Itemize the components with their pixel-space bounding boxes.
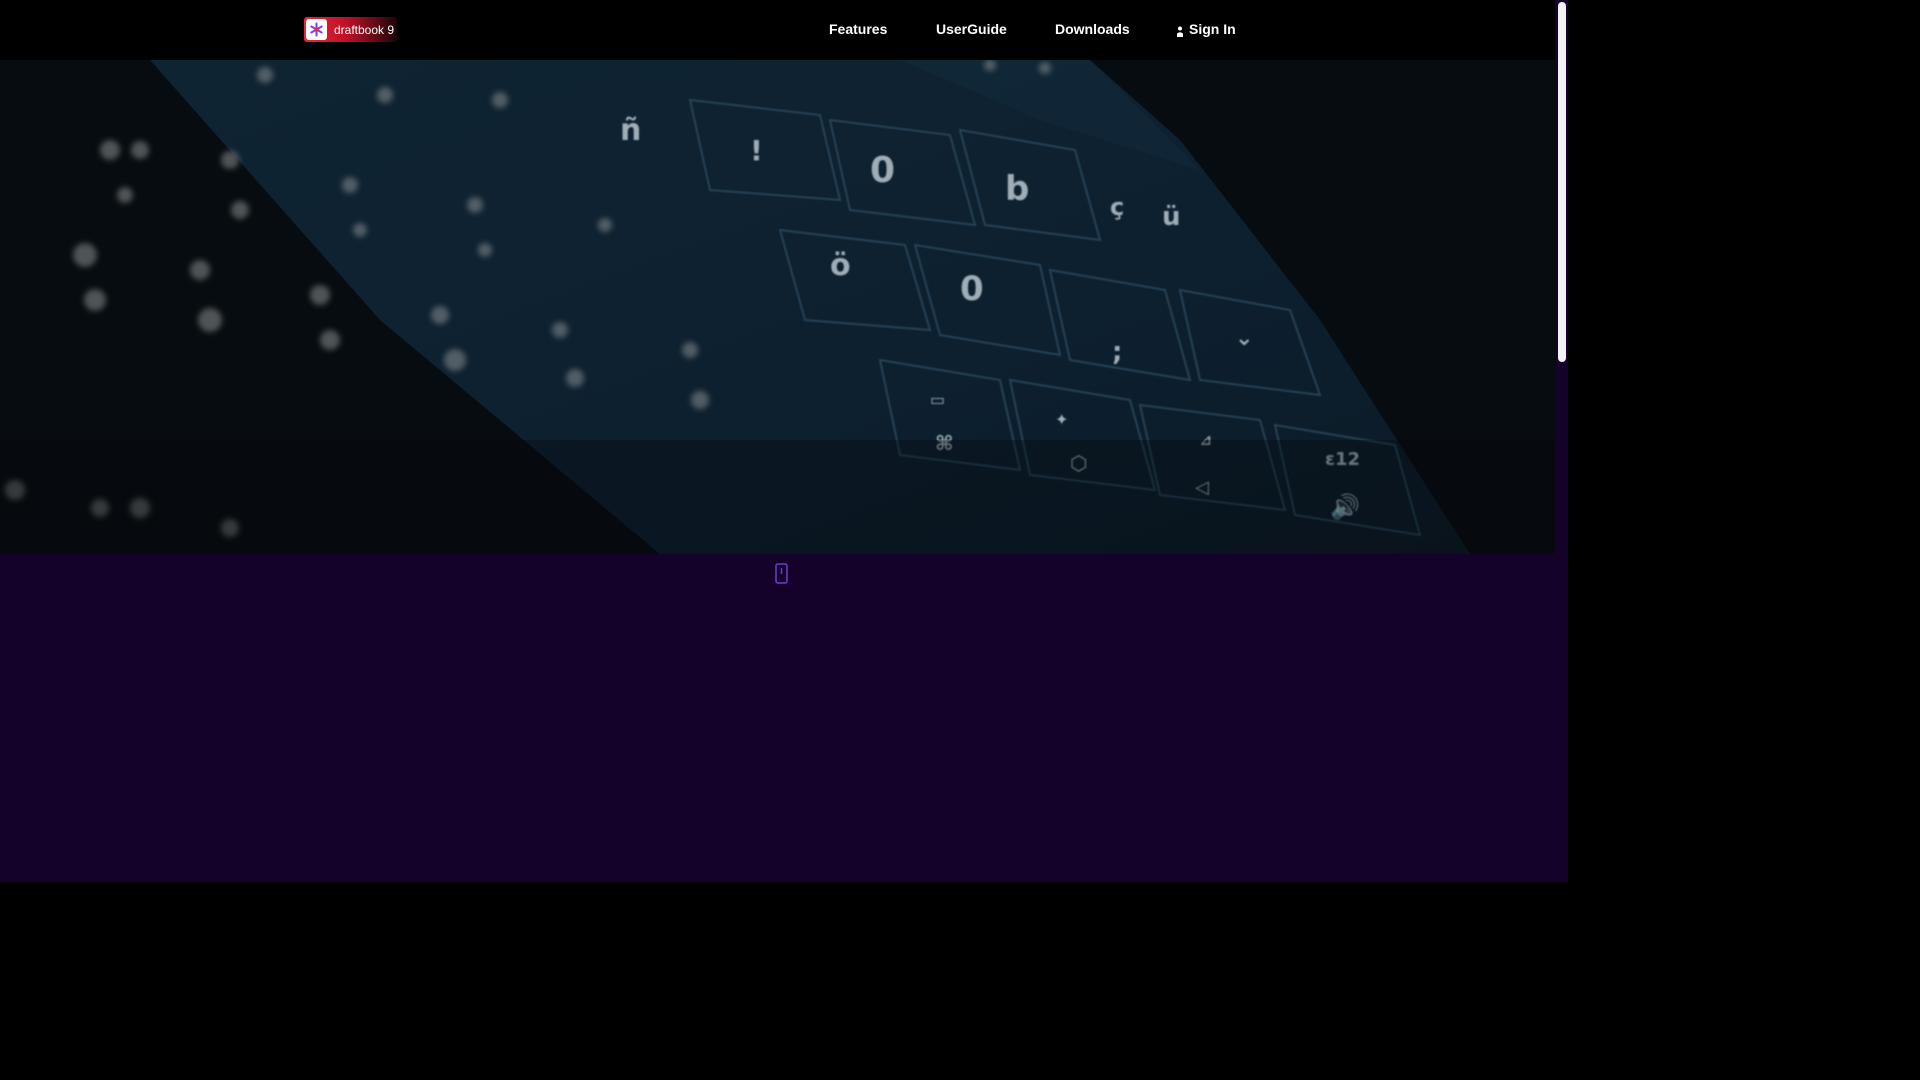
- user-icon: [1177, 24, 1183, 37]
- top-navbar: draftbook 9 Features UserGuide Downloads…: [0, 0, 1568, 60]
- nav-link-features[interactable]: Features: [829, 21, 887, 37]
- svg-text:ü: ü: [1162, 202, 1181, 232]
- svg-text:▭: ▭: [930, 390, 945, 409]
- svg-text:!: !: [750, 134, 763, 167]
- svg-text:b: b: [1005, 169, 1029, 209]
- keyboard-background: 0 b ç ü 0 ; ⌄ ε12 🔊 ⊿ ◁ ! ñ ö ✦ ⬡ ▭ ⌘: [0, 60, 1555, 554]
- scrollbar-thumb[interactable]: [1558, 2, 1566, 362]
- brand-name: draftbook 9: [334, 22, 395, 37]
- sign-in-label: Sign In: [1189, 21, 1236, 37]
- svg-text:;: ;: [1112, 337, 1122, 367]
- svg-text:ñ: ñ: [620, 113, 641, 148]
- brand-logo[interactable]: draftbook 9: [304, 17, 397, 42]
- scroll-down-icon[interactable]: [775, 563, 788, 584]
- svg-text:ç: ç: [1110, 193, 1124, 221]
- nav-link-userguide[interactable]: UserGuide: [936, 21, 1007, 37]
- svg-text:⌄: ⌄: [1235, 326, 1253, 351]
- hero-background-image: 0 b ç ü 0 ; ⌄ ε12 🔊 ⊿ ◁ ! ñ ö ✦ ⬡ ▭ ⌘: [0, 60, 1555, 554]
- svg-text:0: 0: [870, 150, 895, 191]
- svg-text:ö: ö: [830, 248, 851, 283]
- svg-text:0: 0: [960, 269, 984, 309]
- page: draftbook 9 Features UserGuide Downloads…: [0, 0, 1568, 882]
- page-scrollbar[interactable]: [1555, 0, 1568, 882]
- asterisk-logo-icon: [306, 19, 327, 40]
- content-section: [0, 554, 1568, 882]
- nav-link-downloads[interactable]: Downloads: [1055, 21, 1130, 37]
- sign-in-link[interactable]: Sign In: [1177, 21, 1236, 37]
- svg-text:✦: ✦: [1055, 410, 1068, 429]
